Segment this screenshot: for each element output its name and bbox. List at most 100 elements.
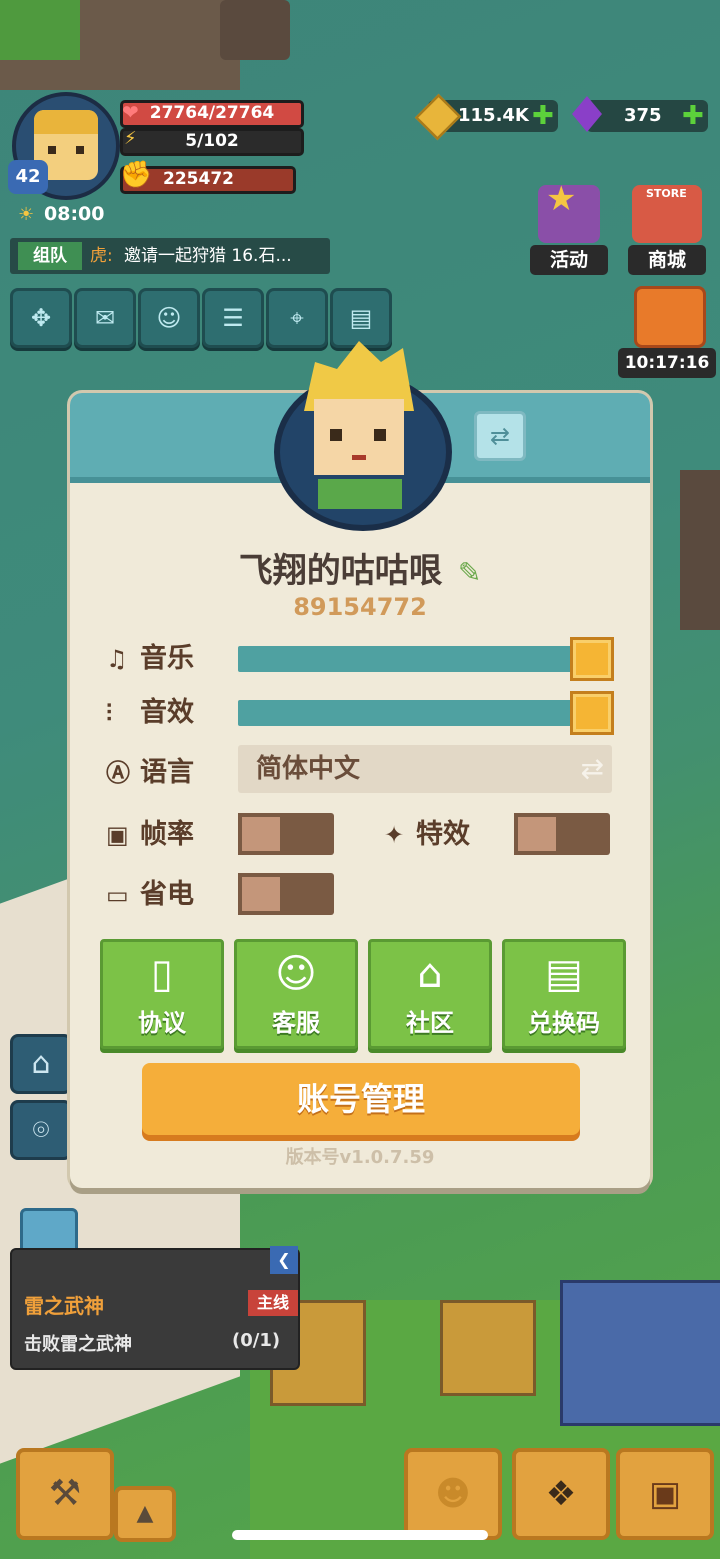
build-hammer-button[interactable]: ⚒ bbox=[16, 1448, 114, 1540]
energy-bar: 5/102 bbox=[120, 128, 304, 156]
battery-icon: ▭ bbox=[106, 881, 129, 909]
store-label: 商城 bbox=[628, 245, 706, 275]
profile-avatar[interactable] bbox=[274, 341, 452, 531]
chip-icon: ▣ bbox=[106, 821, 129, 849]
collapse-quest-icon[interactable]: ❮ bbox=[270, 1246, 298, 1274]
swap-avatar-button[interactable]: ⇄ bbox=[474, 411, 526, 461]
game-time: 08:00 bbox=[44, 203, 105, 225]
gem-value: 375 bbox=[624, 105, 662, 126]
effects-label: 特效 bbox=[416, 819, 470, 850]
hp-value: 27764/27764 bbox=[149, 103, 275, 123]
chest-icon bbox=[634, 286, 706, 348]
ticket-icon: ▤ bbox=[545, 951, 583, 997]
effects-toggle-knob bbox=[514, 813, 560, 855]
gold-value: 115.4K bbox=[458, 105, 529, 126]
quest-title: 雷之武神 bbox=[24, 1294, 104, 1318]
sparkle-icon: ✦ bbox=[384, 821, 405, 849]
home-button[interactable]: ⌂ bbox=[10, 1034, 72, 1094]
chest-timer: 10:17:16 bbox=[618, 348, 716, 378]
grass-patch bbox=[0, 0, 80, 60]
location-pin-icon: ⌾ bbox=[32, 1113, 50, 1146]
mail-icon: ✉ bbox=[94, 304, 116, 332]
power-value: 225472 bbox=[163, 169, 234, 189]
expand-icon: ✥ bbox=[30, 304, 52, 332]
chat-message: 邀请一起狩猎 16.石... bbox=[124, 246, 292, 266]
chat-bubble-icon: ☰ bbox=[222, 304, 244, 332]
sfx-slider-knob[interactable] bbox=[570, 691, 614, 735]
friends-button[interactable]: ☺ bbox=[138, 288, 200, 348]
map-pin-icon: ⌖ bbox=[290, 304, 304, 332]
service-label: 客服 bbox=[272, 1009, 320, 1037]
clipboard-icon: ▤ bbox=[349, 304, 373, 332]
effects-toggle[interactable] bbox=[514, 813, 610, 855]
energy-value: 5/102 bbox=[185, 131, 239, 151]
framerate-label: 帧率 bbox=[140, 819, 194, 850]
sfx-slider[interactable] bbox=[238, 700, 572, 726]
fence-block bbox=[440, 1300, 536, 1396]
anvil-icon: ▲ bbox=[136, 1501, 154, 1526]
add-gold-icon[interactable]: ✚ bbox=[532, 101, 554, 131]
location-button[interactable]: ⌾ bbox=[10, 1100, 72, 1160]
music-slider[interactable] bbox=[238, 646, 572, 672]
music-label: 音乐 bbox=[140, 643, 194, 674]
fullscreen-button[interactable]: ✥ bbox=[10, 288, 72, 348]
pets-button[interactable]: ❖ bbox=[512, 1448, 610, 1540]
avatar-face-large bbox=[314, 399, 404, 475]
friends-icon: ☺ bbox=[156, 304, 182, 332]
chat-sender: 虎: bbox=[90, 246, 113, 266]
small-build-button[interactable]: ▲ bbox=[114, 1486, 176, 1542]
store-sign: STORE bbox=[646, 187, 687, 200]
profile-name: 飞翔的咕咕哏 bbox=[238, 551, 443, 591]
home-indicator[interactable] bbox=[232, 1530, 488, 1540]
edit-pencil-icon[interactable]: ✎ bbox=[458, 556, 481, 589]
quest-panel[interactable]: ❮ 雷之武神 主线 击败雷之武神 (0/1) bbox=[10, 1246, 300, 1370]
customer-service-button[interactable]: ☺ 客服 bbox=[234, 939, 358, 1049]
language-select[interactable]: 简体中文 ⇄ bbox=[238, 745, 612, 793]
redeem-code-button[interactable]: ▤ 兑换码 bbox=[502, 939, 626, 1049]
lightning-icon: ⚡ bbox=[124, 128, 137, 149]
store-building-icon: STORE bbox=[632, 185, 702, 243]
language-label: 语言 bbox=[140, 757, 194, 788]
add-gem-icon[interactable]: ✚ bbox=[682, 101, 704, 131]
clipboard-button[interactable]: ▤ bbox=[330, 288, 392, 348]
star-icon: ★ bbox=[546, 179, 577, 219]
avatar-shirt bbox=[318, 479, 402, 509]
fist-icon: ✊ bbox=[120, 160, 153, 190]
chat-bar[interactable]: 组队 虎: 邀请一起狩猎 16.石... bbox=[10, 238, 330, 274]
pet-icon: ❖ bbox=[545, 1474, 577, 1514]
power-save-toggle-knob bbox=[238, 873, 284, 915]
equalizer-icon: ⫶ bbox=[106, 699, 112, 727]
power-save-toggle[interactable] bbox=[238, 873, 334, 915]
swap-icon: ⇄ bbox=[489, 422, 511, 450]
community-label: 社区 bbox=[406, 1009, 454, 1037]
music-slider-knob[interactable] bbox=[570, 637, 614, 681]
character-button[interactable]: ☻ bbox=[404, 1448, 502, 1540]
framerate-toggle[interactable] bbox=[238, 813, 334, 855]
timed-chest-button[interactable]: 10:17:16 bbox=[618, 286, 716, 378]
fence-block bbox=[560, 1280, 720, 1426]
document-icon: ▯ bbox=[150, 951, 173, 997]
map-button[interactable]: ⌖ bbox=[266, 288, 328, 348]
music-note-icon: ♫ bbox=[106, 645, 128, 673]
sfx-label: 音效 bbox=[140, 697, 194, 728]
chat-button[interactable]: ☰ bbox=[202, 288, 264, 348]
mail-button[interactable]: ✉ bbox=[74, 288, 136, 348]
language-icon: Ⓐ bbox=[106, 759, 130, 787]
community-button[interactable]: ⌂ 社区 bbox=[368, 939, 492, 1049]
account-management-button[interactable]: 账号管理 bbox=[142, 1063, 580, 1135]
heart-icon: ❤ bbox=[122, 100, 139, 124]
language-swap-icon: ⇄ bbox=[580, 752, 604, 785]
agreement-button[interactable]: ▯ 协议 bbox=[100, 939, 224, 1049]
settings-panel: ⇄ 飞翔的咕咕哏 ✎ 89154772 ♫ 音乐 ⫶ 音效 Ⓐ 语言 简体中文 … bbox=[70, 341, 650, 1188]
hp-bar: 27764/27764 bbox=[120, 100, 304, 128]
agreement-label: 协议 bbox=[138, 1009, 186, 1037]
profile-id: 89154772 bbox=[293, 593, 427, 621]
power-save-label: 省电 bbox=[140, 879, 194, 910]
character-icon: ☻ bbox=[435, 1474, 471, 1514]
sun-icon: ☀ bbox=[18, 204, 35, 225]
house-heart-icon: ⌂ bbox=[417, 951, 443, 997]
activity-button[interactable]: ★ 活动 bbox=[530, 179, 608, 275]
store-button[interactable]: STORE 商城 bbox=[628, 185, 706, 275]
backpack-button[interactable]: ▣ bbox=[616, 1448, 714, 1540]
hammer-icon: ⚒ bbox=[48, 1473, 82, 1514]
